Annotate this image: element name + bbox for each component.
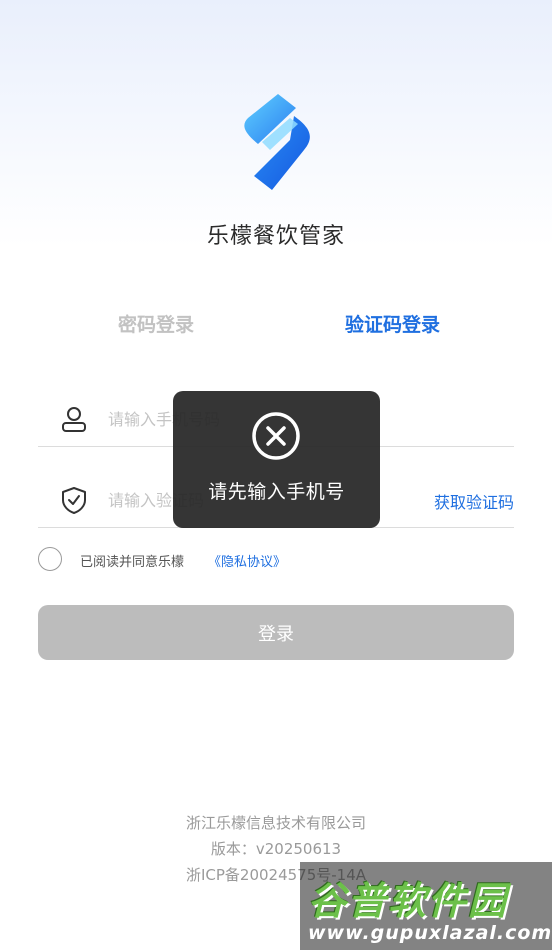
- tab-sms-login[interactable]: 验证码登录: [345, 310, 440, 337]
- watermark-url: www.gupuxlazal.com: [308, 922, 552, 944]
- watermark-title: 谷普软件园: [308, 879, 509, 923]
- watermark: 谷普软件园 www.gupuxlazal.com: [300, 862, 552, 950]
- get-code-button[interactable]: 获取验证码: [434, 489, 514, 513]
- app-title: 乐檬餐饮管家: [206, 224, 345, 249]
- footer-version: 版本：v20250613: [210, 840, 342, 858]
- footer-company: 浙江乐檬信息技术有限公司: [185, 814, 366, 832]
- toast-message: 请先输入手机号: [208, 481, 345, 503]
- agreement-row: 已阅读并同意乐檬 《隐私协议》: [38, 547, 338, 573]
- tab-password-login[interactable]: 密码登录: [118, 310, 194, 337]
- login-button[interactable]: 登录: [38, 605, 514, 660]
- privacy-policy-link[interactable]: 《隐私协议》: [208, 551, 286, 570]
- app-logo-icon: [244, 94, 310, 190]
- agree-checkbox[interactable]: [38, 547, 62, 571]
- shield-check-icon: [62, 487, 86, 514]
- error-toast: 请先输入手机号: [173, 391, 380, 528]
- close-circle-icon: [252, 412, 300, 460]
- agree-text: 已阅读并同意乐檬: [80, 555, 185, 570]
- user-icon: [62, 407, 86, 432]
